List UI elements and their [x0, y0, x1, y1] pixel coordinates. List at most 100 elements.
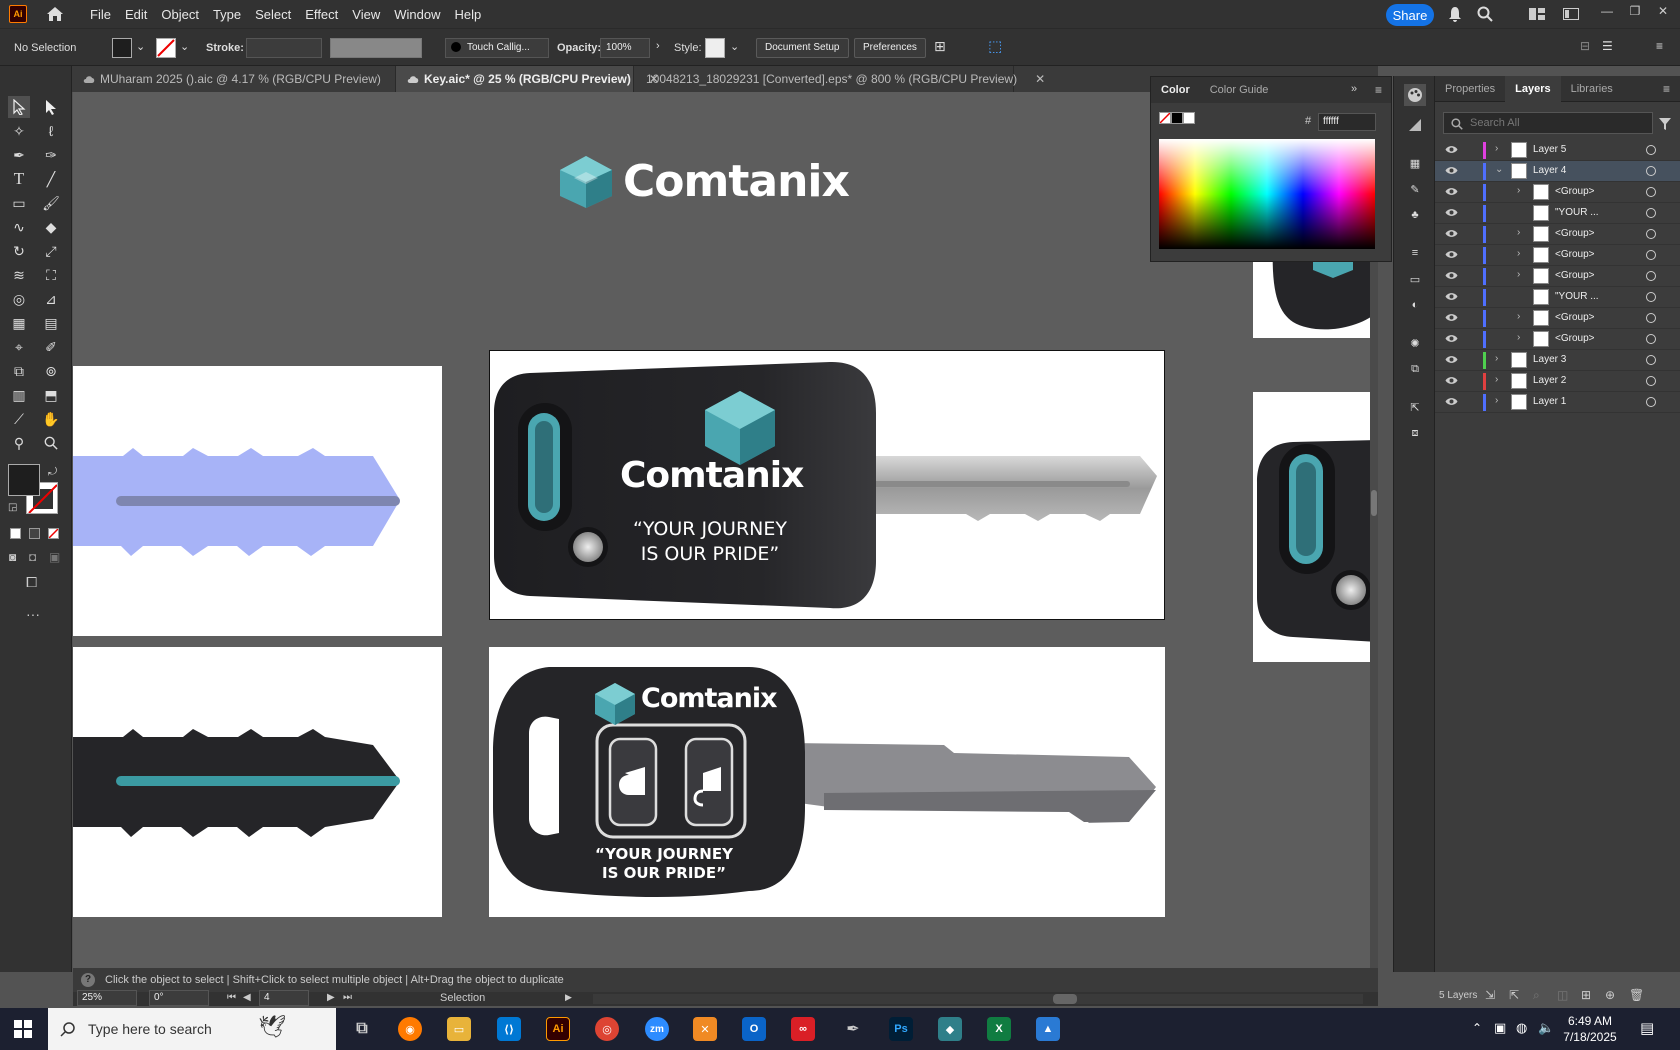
search-icon[interactable]: [1474, 5, 1496, 23]
layer-row[interactable]: › <Group>: [1435, 245, 1680, 266]
target-circle-icon[interactable]: [1646, 355, 1656, 365]
collapse-panel-icon[interactable]: »: [1351, 83, 1357, 95]
visibility-eye-icon[interactable]: [1445, 208, 1458, 217]
layer-row[interactable]: › <Group>: [1435, 266, 1680, 287]
export-selection-icon[interactable]: ⇱: [1509, 988, 1519, 1002]
free-transform-icon[interactable]: ⛶: [40, 264, 62, 286]
firefox-icon[interactable]: ◉: [398, 1017, 422, 1041]
visibility-eye-icon[interactable]: [1445, 376, 1458, 385]
screen-mode-icon[interactable]: ⧠: [26, 574, 37, 591]
stroke-panel-icon[interactable]: ≡: [1404, 242, 1426, 264]
layer-row[interactable]: › Layer 5: [1435, 140, 1680, 161]
chevron-right-icon[interactable]: ›: [1517, 269, 1520, 280]
chevron-right-icon[interactable]: ›: [1495, 395, 1498, 406]
symbol-sprayer-icon[interactable]: ⊚: [40, 360, 62, 382]
more-tools-icon[interactable]: ···: [26, 606, 40, 622]
draw-inside-icon[interactable]: ▣: [49, 550, 60, 564]
menu-effect[interactable]: Effect: [298, 7, 345, 22]
layer-row[interactable]: › <Group>: [1435, 182, 1680, 203]
curvature-tool-icon[interactable]: ✑: [40, 144, 62, 166]
stroke-swatch[interactable]: [156, 38, 176, 58]
chevron-down-icon[interactable]: ⌄: [1495, 164, 1503, 175]
photos-icon[interactable]: ▲: [1036, 1017, 1060, 1041]
transparency-icon[interactable]: ◐: [1404, 294, 1426, 316]
arrange-icon[interactable]: ⊞: [934, 38, 946, 55]
mesh-tool-icon[interactable]: ▦: [8, 312, 30, 334]
target-circle-icon[interactable]: [1646, 208, 1656, 218]
visibility-eye-icon[interactable]: [1445, 166, 1458, 175]
perspective-grid-icon[interactable]: ⊿: [40, 288, 62, 310]
tray-wifi-icon[interactable]: ◍: [1516, 1020, 1527, 1036]
color-panel-icon[interactable]: [1404, 84, 1426, 106]
color-mode-icon[interactable]: [10, 528, 21, 539]
layer-row[interactable]: › <Group>: [1435, 224, 1680, 245]
pasteboard-logo[interactable]: Comtanix: [556, 152, 856, 214]
fill-color-front[interactable]: [8, 464, 40, 496]
shape-builder-icon[interactable]: ◎: [8, 288, 30, 310]
layer-row[interactable]: › Layer 1: [1435, 392, 1680, 413]
draw-normal-icon[interactable]: ◙: [9, 550, 16, 564]
vscode-icon[interactable]: ⟨⟩: [497, 1017, 521, 1041]
new-layer-icon[interactable]: ⊕: [1605, 988, 1615, 1002]
scale-tool-icon[interactable]: ⤢: [40, 240, 62, 262]
menu-type[interactable]: Type: [206, 7, 248, 22]
preferences-button[interactable]: Preferences: [854, 38, 926, 58]
tray-chevron-icon[interactable]: ⌃: [1472, 1021, 1482, 1035]
close-tab-icon[interactable]: ✕: [1035, 72, 1045, 86]
menu-object[interactable]: Object: [154, 7, 206, 22]
chevron-right-icon[interactable]: ›: [656, 40, 660, 52]
pen-tool-icon[interactable]: ✒: [8, 144, 30, 166]
workspace-icon[interactable]: [1560, 5, 1582, 23]
appearance-icon[interactable]: ✺: [1404, 332, 1426, 354]
visibility-eye-icon[interactable]: [1445, 355, 1458, 364]
chevron-down-icon[interactable]: ⌄: [730, 40, 739, 53]
cube-app-icon[interactable]: ◆: [938, 1017, 962, 1041]
chevron-right-icon[interactable]: ›: [1495, 353, 1498, 364]
notifications-icon[interactable]: ▤: [1640, 1019, 1654, 1037]
tray-volume-icon[interactable]: 🔈: [1538, 1020, 1554, 1036]
target-circle-icon[interactable]: [1646, 292, 1656, 302]
tab-properties[interactable]: Properties: [1435, 76, 1505, 102]
menu-edit[interactable]: Edit: [118, 7, 154, 22]
symbols-icon[interactable]: ♣: [1404, 204, 1426, 226]
visibility-eye-icon[interactable]: [1445, 313, 1458, 322]
outlook-icon[interactable]: O: [742, 1017, 766, 1041]
menu-view[interactable]: View: [345, 7, 387, 22]
artboard-number-field[interactable]: 4: [259, 990, 309, 1006]
help-icon[interactable]: ?: [81, 973, 95, 987]
visibility-eye-icon[interactable]: [1445, 187, 1458, 196]
rotate-tool-icon[interactable]: ↻: [8, 240, 30, 262]
bell-icon[interactable]: [1444, 5, 1466, 23]
line-tool-icon[interactable]: ╱: [40, 168, 62, 190]
none-mode-icon[interactable]: [48, 528, 59, 539]
menu-help[interactable]: Help: [447, 7, 488, 22]
selection-tool-icon[interactable]: [8, 96, 30, 118]
tab-libraries[interactable]: Libraries: [1561, 76, 1623, 102]
panel-menu-icon[interactable]: ≡: [1663, 82, 1670, 96]
visibility-eye-icon[interactable]: [1445, 334, 1458, 343]
arrange-documents-icon[interactable]: [1526, 5, 1548, 23]
last-artboard-icon[interactable]: ⏭: [343, 992, 352, 1003]
slice-tool-icon[interactable]: ⟋: [8, 408, 30, 430]
opacity-field[interactable]: 100%: [600, 38, 650, 58]
lasso-icon[interactable]: ℓ: [40, 120, 62, 142]
windows-start-icon[interactable]: [14, 1020, 32, 1041]
minimize-icon[interactable]: —: [1596, 4, 1618, 20]
excel-icon[interactable]: X: [987, 1017, 1011, 1041]
horizontal-scroll-thumb[interactable]: [1053, 994, 1077, 1004]
tab-muharam[interactable]: MUharam 2025 ().aic @ 4.17 % (RGB/CPU Pr…: [72, 66, 409, 92]
creative-cloud-icon[interactable]: ∞: [791, 1017, 815, 1041]
share-for-review-icon[interactable]: ⬚: [988, 37, 1002, 55]
brushes-icon[interactable]: ✎: [1404, 178, 1426, 200]
menu-select[interactable]: Select: [248, 7, 298, 22]
chevron-right-icon[interactable]: ›: [1517, 311, 1520, 322]
align-icon[interactable]: ⊟: [1580, 39, 1590, 53]
share-button[interactable]: Share: [1386, 4, 1434, 26]
target-circle-icon[interactable]: [1646, 334, 1656, 344]
brush-definition-dropdown[interactable]: Touch Callig...: [445, 38, 549, 58]
visibility-eye-icon[interactable]: [1445, 271, 1458, 280]
gradient-panel-icon[interactable]: ▭: [1404, 268, 1426, 290]
target-circle-icon[interactable]: [1646, 376, 1656, 386]
photoshop-icon[interactable]: Ps: [889, 1017, 913, 1041]
artboard-tool-icon[interactable]: ⬒: [40, 384, 62, 406]
